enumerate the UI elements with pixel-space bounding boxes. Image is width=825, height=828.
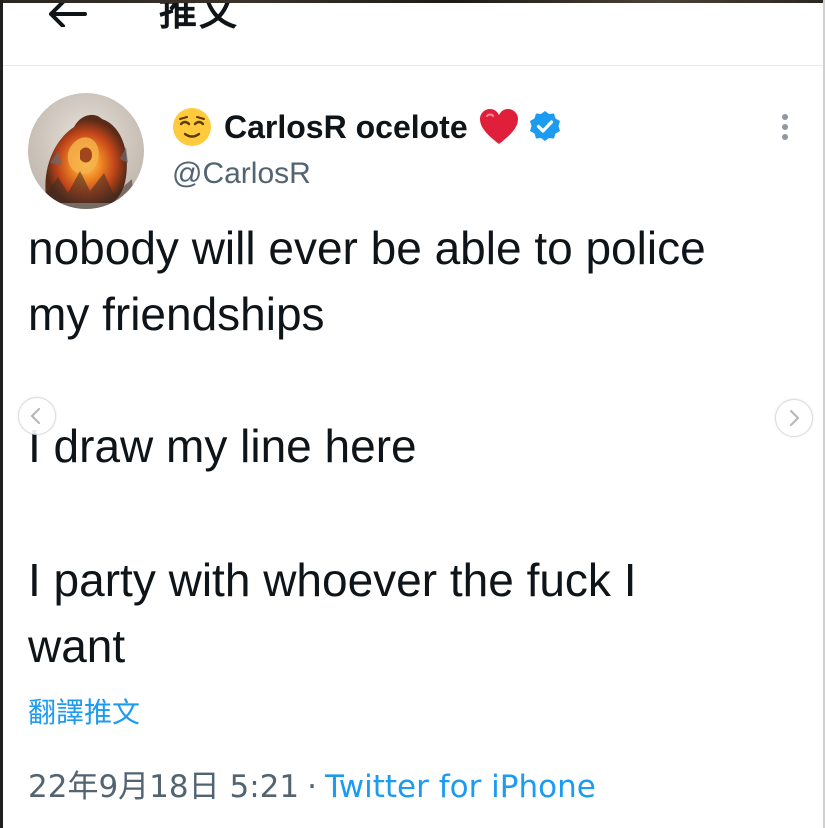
page-header: 推文 bbox=[3, 3, 823, 66]
back-arrow-icon bbox=[49, 3, 87, 28]
relieved-face-emoji-icon bbox=[173, 108, 211, 146]
translate-tweet-link[interactable]: 翻譯推文 bbox=[28, 691, 140, 731]
author-handle[interactable]: @CarlosR bbox=[172, 157, 311, 191]
avatar[interactable] bbox=[28, 93, 144, 209]
avatar-image bbox=[28, 93, 144, 209]
meta-separator: · bbox=[307, 769, 317, 805]
verified-badge-icon bbox=[529, 111, 560, 141]
tweet-text-line: I draw my line here bbox=[28, 420, 417, 472]
carousel-prev-button[interactable] bbox=[18, 397, 56, 435]
tweet-source-link[interactable]: Twitter for iPhone bbox=[325, 769, 596, 805]
display-name[interactable]: CarlosR ocelote bbox=[224, 109, 468, 146]
tweet-text-line: my friendships bbox=[28, 288, 325, 340]
back-button[interactable] bbox=[41, 3, 91, 28]
more-vertical-icon bbox=[782, 114, 788, 140]
author-name-row: CarlosR ocelote bbox=[172, 104, 562, 150]
tweet-text-line: want bbox=[28, 620, 126, 672]
chevron-left-icon bbox=[30, 407, 41, 425]
tweet-metadata: 22年9月18日 5:21 · Twitter for iPhone bbox=[28, 761, 596, 806]
tweet-text-line: nobody will ever be able to police bbox=[28, 222, 706, 274]
chevron-right-icon bbox=[789, 409, 800, 427]
tweet-timestamp[interactable]: 22年9月18日 5:21 bbox=[28, 769, 299, 805]
page-title: 推文 bbox=[159, 3, 240, 34]
left-border bbox=[0, 0, 3, 828]
tweet-text-line: I party with whoever the fuck I bbox=[28, 554, 637, 606]
tweet-screenshot: 推文 CarlosR ocelote @CarlosR nobody will … bbox=[0, 0, 825, 828]
carousel-next-button[interactable] bbox=[775, 399, 813, 437]
red-heart-emoji-icon bbox=[479, 109, 518, 144]
more-options-button[interactable] bbox=[768, 110, 802, 144]
